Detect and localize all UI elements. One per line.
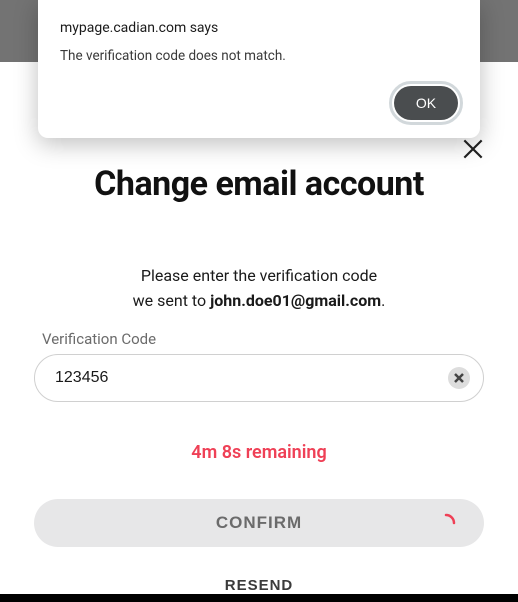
verification-code-input[interactable] xyxy=(34,354,484,402)
code-input-wrap xyxy=(34,354,484,402)
change-email-modal: Change email account Please enter the ve… xyxy=(4,66,514,594)
close-icon[interactable] xyxy=(460,136,486,162)
instruction-text: Please enter the verification code we se… xyxy=(34,264,484,314)
x-icon xyxy=(454,373,464,383)
resend-button[interactable]: RESEND xyxy=(34,569,484,602)
instruction-line1: Please enter the verification code xyxy=(34,264,484,289)
modal-title: Change email account xyxy=(34,164,484,204)
alert-ok-button[interactable]: OK xyxy=(394,86,458,120)
alert-actions: OK xyxy=(60,86,458,120)
alert-message: The verification code does not match. xyxy=(60,48,458,64)
alert-origin: mypage.cadian.com says xyxy=(60,20,458,36)
countdown-timer: 4m 8s remaining xyxy=(34,442,484,463)
loading-spinner-icon xyxy=(436,513,456,533)
confirm-label: CONFIRM xyxy=(216,513,302,533)
field-label: Verification Code xyxy=(42,330,484,348)
instruction-line2: we sent to john.doe01@gmail.com. xyxy=(34,289,484,314)
browser-alert: mypage.cadian.com says The verification … xyxy=(38,0,480,138)
clear-input-button[interactable] xyxy=(448,367,470,389)
target-email: john.doe01@gmail.com xyxy=(210,291,381,310)
confirm-button[interactable]: CONFIRM xyxy=(34,499,484,547)
